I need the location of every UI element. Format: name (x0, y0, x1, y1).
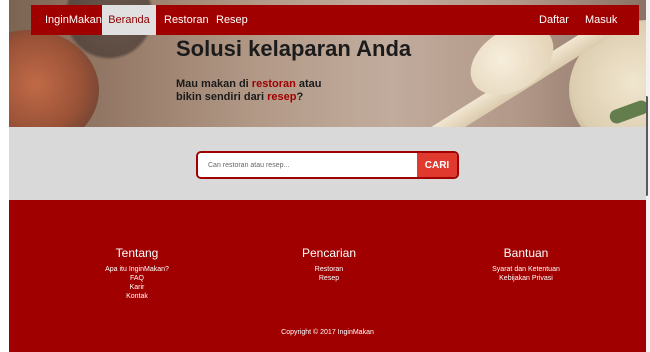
footer-column-pencarian: Pencarian Restoran Resep (249, 246, 409, 283)
footer-link-kontak[interactable]: Kontak (57, 292, 217, 301)
search-input[interactable] (198, 153, 418, 177)
footer-link-kebijakan[interactable]: Kebijakan Privasi (446, 274, 606, 283)
hero-title: Solusi kelaparan Anda (176, 36, 412, 61)
nav-item-daftar[interactable]: Daftar (539, 5, 569, 35)
nav-item-masuk[interactable]: Masuk (585, 5, 617, 35)
search-box: CARI (196, 151, 459, 179)
hero-resep-link[interactable]: resep (267, 91, 296, 103)
footer-link-karir[interactable]: Karir (57, 283, 217, 292)
footer-copyright: Copyright © 2017 InginMakan (281, 329, 374, 336)
search-button[interactable]: CARI (417, 153, 457, 177)
footer-heading-tentang: Tentang (115, 246, 159, 260)
footer-link-apa-itu[interactable]: Apa itu InginMakan? (57, 265, 217, 274)
footer-column-bantuan: Bantuan Syarat dan Ketentuan Kebijakan P… (446, 246, 606, 283)
footer-link-syarat[interactable]: Syarat dan Ketentuan (446, 265, 606, 274)
hero-subtitle: Mau makan di restoran atau bikin sendiri… (176, 78, 322, 103)
nav-item-beranda[interactable]: Beranda (102, 5, 156, 35)
footer-link-faq[interactable]: FAQ (57, 274, 217, 283)
nav-brand-link[interactable]: InginMakan (45, 5, 102, 35)
nav-item-resep[interactable]: Resep (216, 5, 248, 35)
footer-link-resep[interactable]: Resep (249, 274, 409, 283)
top-navbar: InginMakan Beranda Restoran Resep Daftar… (31, 5, 639, 35)
search-section: CARI (9, 127, 646, 200)
nav-item-restoran[interactable]: Restoran (164, 5, 209, 35)
page: InginMakan Beranda Restoran Resep Daftar… (9, 0, 646, 352)
footer-link-restoran[interactable]: Restoran (249, 265, 409, 274)
footer-column-tentang: Tentang Apa itu InginMakan? FAQ Karir Ko… (57, 246, 217, 301)
footer-heading-bantuan: Bantuan (503, 246, 549, 260)
footer-heading-pencarian: Pencarian (301, 246, 357, 260)
footer: Tentang Apa itu InginMakan? FAQ Karir Ko… (9, 200, 646, 352)
hero-restoran-link[interactable]: restoran (252, 78, 296, 90)
